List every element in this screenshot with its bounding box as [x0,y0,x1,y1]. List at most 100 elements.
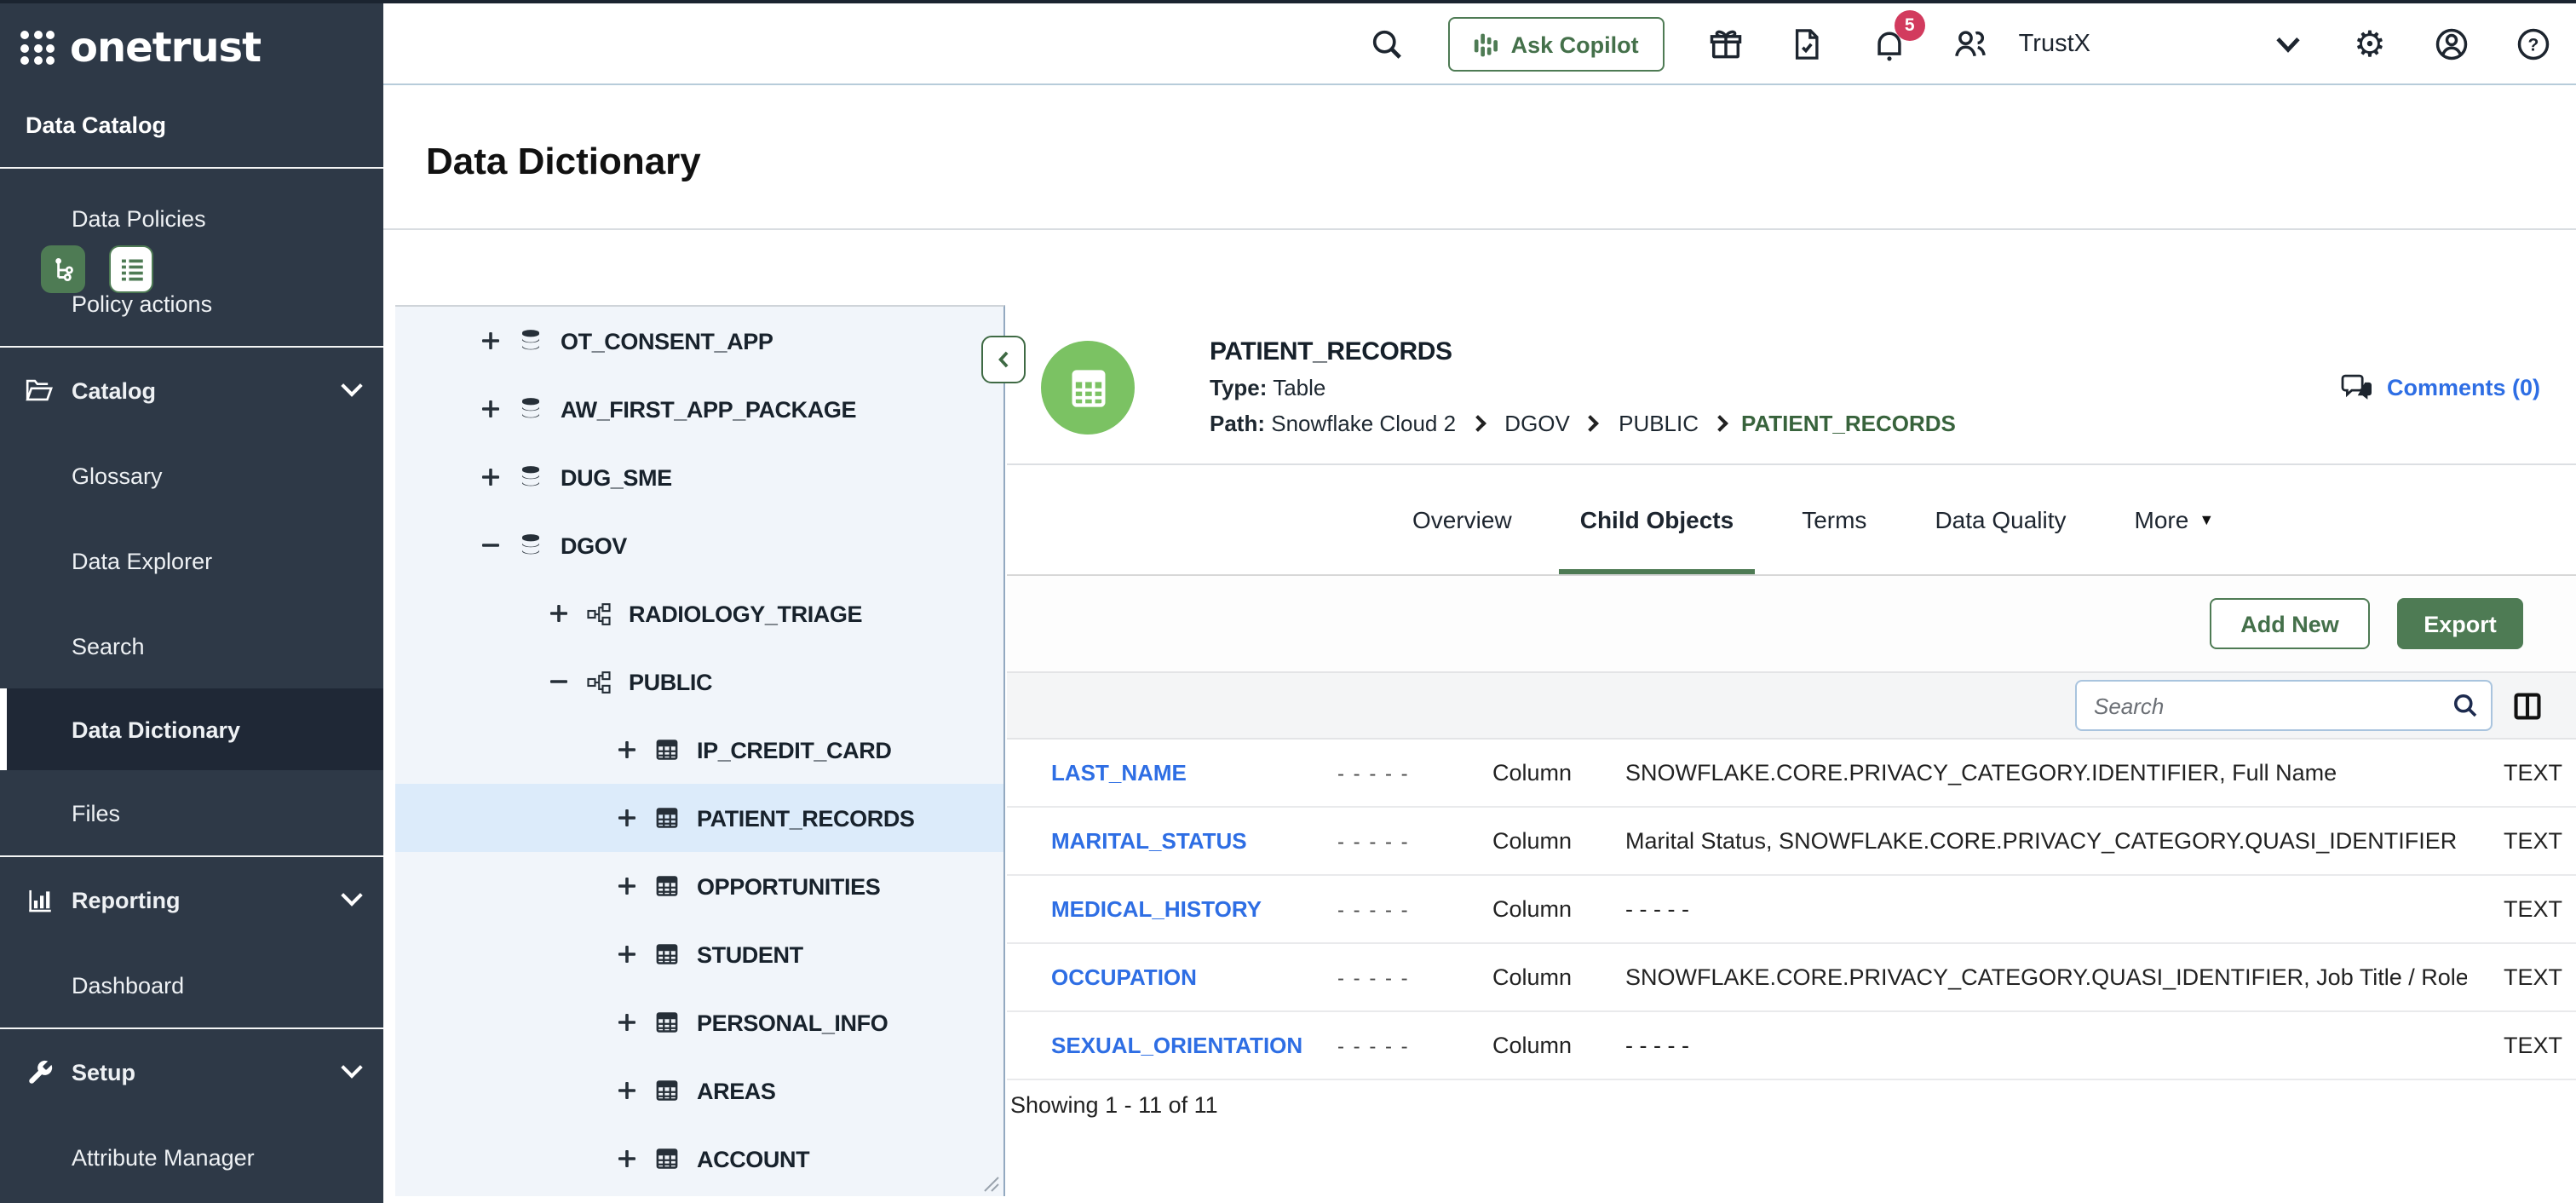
tree-node-aw_first_app_package[interactable]: AW_FIRST_APP_PACKAGE [395,375,1003,443]
whats-new-button[interactable] [1705,24,1746,65]
account-button[interactable] [2431,24,2472,65]
expand-plus-icon[interactable] [617,808,637,828]
column-chooser-button[interactable] [2510,688,2544,722]
collapse-minus-icon[interactable] [480,535,501,555]
sidebar-item-dashboard[interactable]: Dashboard [0,942,383,1027]
expand-plus-icon[interactable] [617,876,637,896]
tree-node-patient_records[interactable]: PATIENT_RECORDS [395,784,1003,852]
column-data-type: TEXT [2467,1033,2576,1058]
add-new-button[interactable]: Add New [2210,598,2370,649]
app-window: onetrust Data Catalog Data PoliciesPolic… [0,0,2576,1203]
table-icon [654,941,680,967]
comments-link[interactable]: Comments (0) [2341,373,2540,402]
tree-node-opportunities[interactable]: OPPORTUNITIES [395,852,1003,920]
tree-node-public[interactable]: PUBLIC [395,648,1003,716]
expand-plus-icon[interactable] [549,603,569,624]
sidebar-item-label: Data Dictionary [72,717,240,742]
expand-plus-icon[interactable] [617,1012,637,1033]
list-view-icon [117,255,146,284]
tab-data-quality[interactable]: Data Quality [1935,465,2066,574]
user-groups-button[interactable] [1951,24,1992,65]
tree-view-toggle[interactable] [41,245,85,293]
tree-node-label: OT_CONSENT_APP [561,328,773,354]
logo-dots-icon [20,31,55,65]
tab-label: Overview [1412,506,1512,533]
breadcrumb-segment[interactable]: DGOV [1498,411,1570,436]
tab-child-objects[interactable]: Child Objects [1580,465,1734,574]
expand-plus-icon[interactable] [480,467,501,487]
sidebar-item-search[interactable]: Search [0,603,383,688]
expand-plus-icon[interactable] [617,1080,637,1101]
sidebar-section-catalog[interactable]: Catalog [0,348,383,433]
tree-node-ip_credit_card[interactable]: IP_CREDIT_CARD [395,716,1003,784]
child-objects-table: LAST_NAME- - - - -ColumnSNOWFLAKE.CORE.P… [1007,740,2576,1080]
tree-node-areas[interactable]: AREAS [395,1056,1003,1125]
tree-node-label: RADIOLOGY_TRIAGE [629,601,862,626]
tree-node-dug_sme[interactable]: DUG_SME [395,443,1003,511]
column-description: - - - - - [1625,896,2467,922]
column-object-type: Column [1492,828,1625,854]
account-icon [2433,26,2470,63]
tab-overview[interactable]: Overview [1412,465,1512,574]
resize-handle-icon[interactable] [983,1176,1000,1193]
help-button[interactable]: ? [2513,24,2554,65]
sidebar-section-setup[interactable]: Setup [0,1029,383,1114]
expand-plus-icon[interactable] [617,1148,637,1169]
collapse-minus-icon[interactable] [549,671,569,692]
breadcrumb-segment[interactable]: Snowflake Cloud 2 [1271,411,1456,436]
export-button[interactable]: Export [2397,598,2523,649]
expand-plus-icon[interactable] [480,331,501,351]
gear-icon: ⚙ [2354,26,2386,62]
sidebar-section-label: Setup [72,1059,135,1085]
table-toolbar [1007,671,2576,740]
column-name-link[interactable]: LAST_NAME [1051,760,1337,786]
ask-copilot-button[interactable]: Ask Copilot [1448,17,1665,72]
sidebar-item-attribute-manager[interactable]: Attribute Manager [0,1114,383,1200]
sidebar-item-files[interactable]: Files [0,770,383,855]
notification-badge: 5 [1895,10,1925,41]
column-attributes: - - - - - [1337,829,1492,853]
comments-label: Comments (0) [2387,375,2540,400]
sidebar-section-reporting[interactable]: Reporting [0,857,383,942]
notifications-button[interactable]: 5 [1869,24,1910,65]
sidebar-item-label: Data Explorer [72,548,212,573]
tree-node-label: AW_FIRST_APP_PACKAGE [561,396,856,422]
tree-node-radiology_triage[interactable]: RADIOLOGY_TRIAGE [395,579,1003,648]
app-switcher-button[interactable] [2268,24,2309,65]
column-name-link[interactable]: SEXUAL_ORIENTATION [1051,1033,1337,1058]
tree-node-student[interactable]: STUDENT [395,920,1003,988]
column-description: Marital Status, SNOWFLAKE.CORE.PRIVACY_C… [1625,828,2467,854]
expand-plus-icon[interactable] [617,740,637,760]
column-data-type: TEXT [2467,760,2576,786]
column-attributes: - - - - - [1337,761,1492,785]
collapse-tree-button[interactable] [981,336,1026,383]
settings-button[interactable]: ⚙ [2349,24,2390,65]
sidebar-item-data-explorer[interactable]: Data Explorer [0,518,383,603]
sidebar-item-glossary[interactable]: Glossary [0,433,383,518]
tree-node-ot_consent_app[interactable]: OT_CONSENT_APP [395,307,1003,375]
list-view-toggle[interactable] [109,245,153,293]
global-search-button[interactable] [1366,24,1407,65]
tab-terms[interactable]: Terms [1802,465,1866,574]
tree-node-account[interactable]: ACCOUNT [395,1125,1003,1193]
expand-plus-icon[interactable] [617,944,637,964]
tree-node-dgov[interactable]: DGOV [395,511,1003,579]
column-name-link[interactable]: OCCUPATION [1051,964,1337,990]
tenant-label: TrustX [2019,31,2090,58]
chevron-down-icon [2269,26,2307,63]
table-search-input[interactable] [2075,680,2493,731]
onetrust-logo[interactable]: onetrust [0,3,383,92]
sidebar-item-data-dictionary[interactable]: Data Dictionary [0,688,383,770]
tree-node-personal_info[interactable]: PERSONAL_INFO [395,988,1003,1056]
expand-plus-icon[interactable] [480,399,501,419]
breadcrumb-segment[interactable]: PUBLIC [1613,411,1699,436]
tab-label: Terms [1802,506,1866,533]
column-object-type: Column [1492,896,1625,922]
column-name-link[interactable]: MEDICAL_HISTORY [1051,896,1337,922]
tab-more[interactable]: More▼ [2135,465,2215,574]
table-icon [654,873,680,899]
tasks-button[interactable] [1787,24,1828,65]
column-name-link[interactable]: MARITAL_STATUS [1051,828,1337,854]
breadcrumb-chevron-icon [1583,415,1600,432]
table-icon [1066,366,1110,410]
